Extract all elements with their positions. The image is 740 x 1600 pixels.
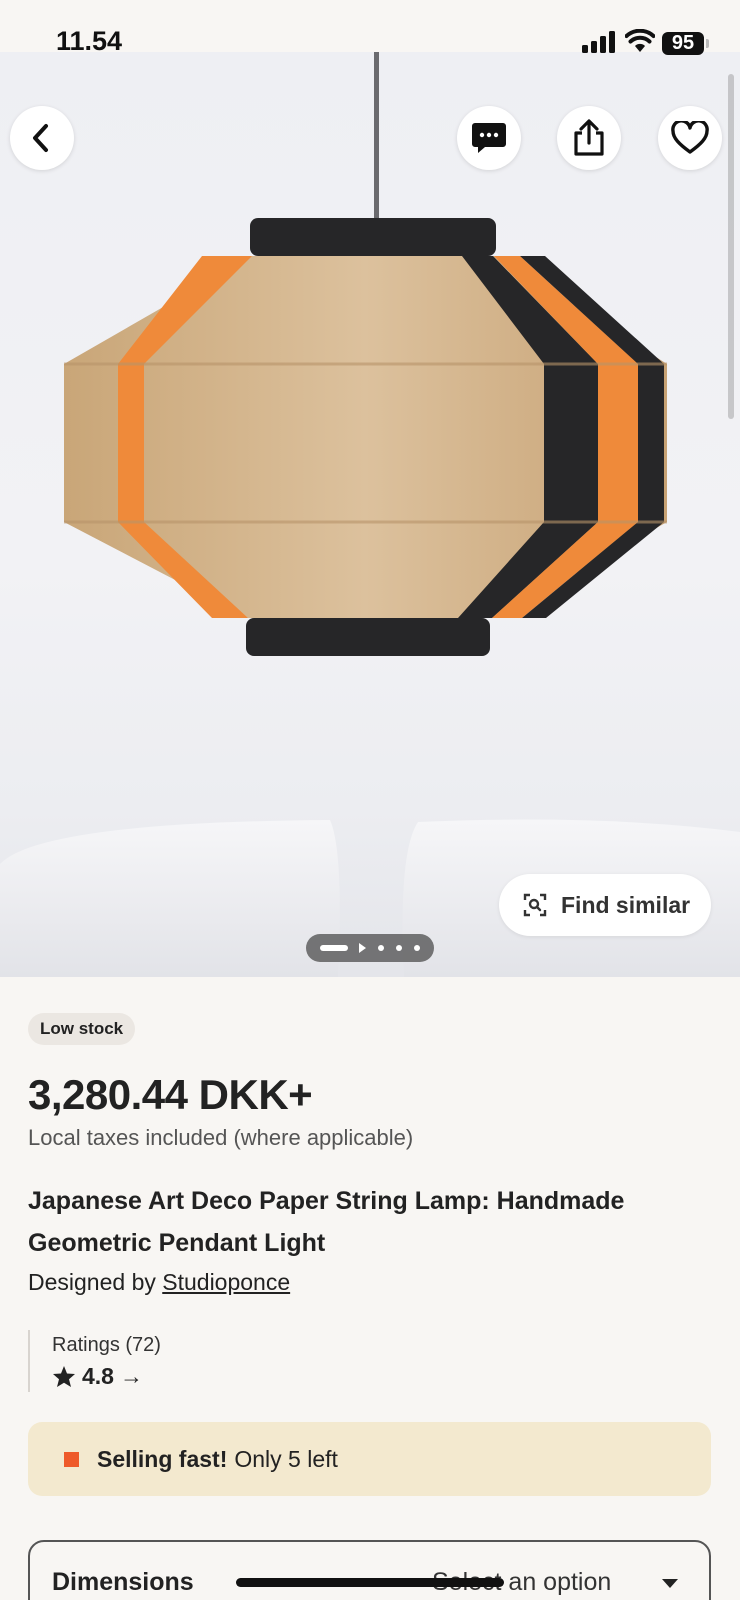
dimensions-select[interactable]: Dimensions Select an option <box>28 1540 711 1600</box>
ratings-summary[interactable]: Ratings (72) 4.8 → <box>28 1330 161 1392</box>
find-similar-label: Find similar <box>561 891 691 918</box>
rating-value: 4.8 <box>82 1363 114 1389</box>
favorite-button[interactable] <box>658 106 722 170</box>
designer-prefix: Designed by <box>28 1269 156 1295</box>
dimensions-label: Dimensions <box>52 1568 194 1596</box>
pager-dot[interactable] <box>378 945 384 951</box>
product-title: Japanese Art Deco Paper String Lamp: Han… <box>28 1187 625 1257</box>
arrow-right-icon: → <box>119 1363 143 1389</box>
product-screen: 11.54 95 Find similar Low stock 3,280.44… <box>0 0 740 1600</box>
selling-fast-alert: Selling fast! Only 5 left <box>28 1422 711 1496</box>
battery-tip <box>706 39 709 48</box>
selling-fast-rest: Only 5 left <box>234 1445 338 1472</box>
caret-down-icon <box>662 1579 678 1588</box>
video-play-icon <box>359 943 366 953</box>
status-bar: 11.54 95 <box>0 0 740 56</box>
battery-indicator: 95 <box>662 32 704 55</box>
ratings-row: 4.8 → <box>52 1363 161 1390</box>
stock-badge: Low stock <box>28 1013 136 1045</box>
visual-search-icon <box>523 893 547 917</box>
pager-active-indicator <box>320 945 348 951</box>
ratings-label: Ratings (72) <box>52 1334 161 1356</box>
message-button[interactable] <box>457 106 521 170</box>
cellular-signal-icon <box>582 31 615 53</box>
designer-link[interactable]: Studioponce <box>162 1269 290 1295</box>
tax-note: Local taxes included (where applicable) <box>28 1125 414 1150</box>
scroll-indicator[interactable] <box>728 74 734 419</box>
share-button[interactable] <box>557 106 621 170</box>
selling-fast-strong: Selling fast! <box>97 1445 228 1472</box>
alert-square-icon <box>64 1451 79 1467</box>
heart-icon <box>671 121 709 154</box>
designer-line: Designed by Studioponce <box>28 1269 290 1296</box>
back-button[interactable] <box>10 106 74 170</box>
chevron-left-icon <box>33 124 48 152</box>
pager-dot[interactable] <box>414 945 420 951</box>
image-pager[interactable] <box>306 934 434 962</box>
product-image-gallery[interactable]: Find similar <box>0 52 740 977</box>
find-similar-button[interactable]: Find similar <box>499 874 711 936</box>
home-indicator[interactable] <box>236 1578 504 1587</box>
wifi-icon <box>625 29 655 52</box>
pager-dot[interactable] <box>396 945 402 951</box>
share-icon <box>574 119 604 156</box>
message-icon <box>472 123 506 153</box>
price: 3,280.44 DKK+ <box>28 1071 313 1118</box>
status-time: 11.54 <box>56 26 123 56</box>
lamp-image <box>0 52 740 977</box>
star-icon <box>53 1366 75 1387</box>
